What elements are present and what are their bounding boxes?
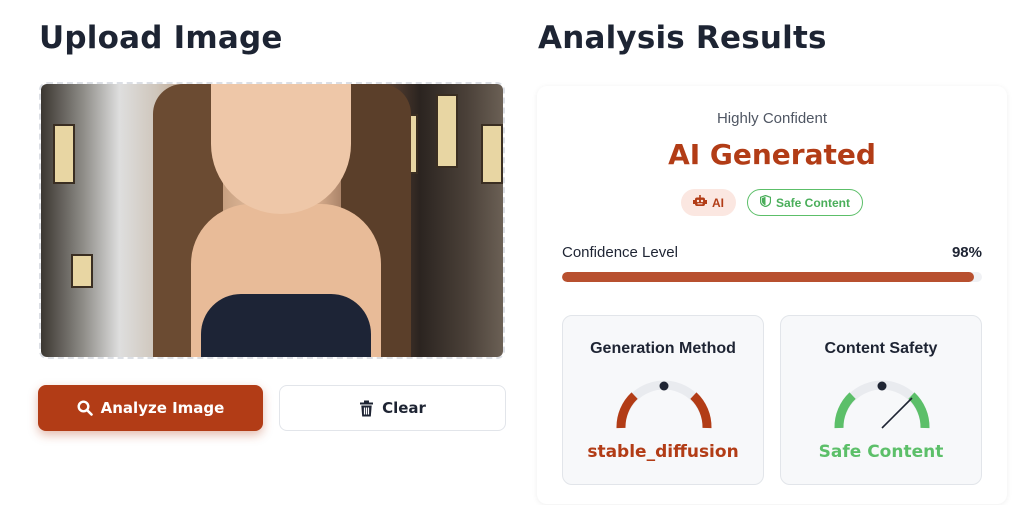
content-safety-value: Safe Content <box>818 442 944 462</box>
content-safety-panel: Content Safety Safe Content <box>780 315 982 485</box>
generation-method-title: Generation Method <box>590 340 736 357</box>
ai-badge-label: AI <box>711 195 724 210</box>
generation-method-panel: Generation Method stable_diffusion <box>562 315 764 485</box>
safe-content-badge: Safe Content <box>746 189 863 216</box>
shield-icon <box>759 194 772 210</box>
analyze-image-label: Analyze Image <box>100 399 225 417</box>
image-dropzone[interactable] <box>39 82 505 359</box>
result-badges: AI Safe Content <box>537 189 1007 216</box>
analysis-results-card: Highly Confident AI Generated AI Safe Co… <box>537 86 1007 504</box>
confidence-level-value: 98% <box>951 244 982 261</box>
robot-icon <box>692 195 707 210</box>
analysis-results-heading: Analysis Results <box>538 20 827 56</box>
generation-method-gauge <box>616 380 712 429</box>
analyze-image-button[interactable]: Analyze Image <box>38 385 263 431</box>
confidence-descriptor: Highly Confident <box>716 110 828 127</box>
content-safety-title: Content Safety <box>824 340 938 357</box>
safe-content-badge-label: Safe Content <box>775 195 850 210</box>
generation-method-value: stable_diffusion <box>587 442 739 462</box>
confidence-progress-fill <box>562 272 974 282</box>
trash-icon <box>359 400 374 417</box>
content-safety-gauge <box>834 380 930 429</box>
ai-badge: AI <box>680 189 736 216</box>
confidence-level-label: Confidence Level <box>562 244 678 261</box>
clear-button[interactable]: Clear <box>279 385 506 431</box>
confidence-progress-bar <box>562 272 982 282</box>
upload-image-heading: Upload Image <box>39 20 283 56</box>
uploaded-image-preview <box>41 84 503 357</box>
clear-label: Clear <box>382 399 426 417</box>
search-icon <box>77 400 93 416</box>
verdict-label: AI Generated <box>668 138 876 171</box>
